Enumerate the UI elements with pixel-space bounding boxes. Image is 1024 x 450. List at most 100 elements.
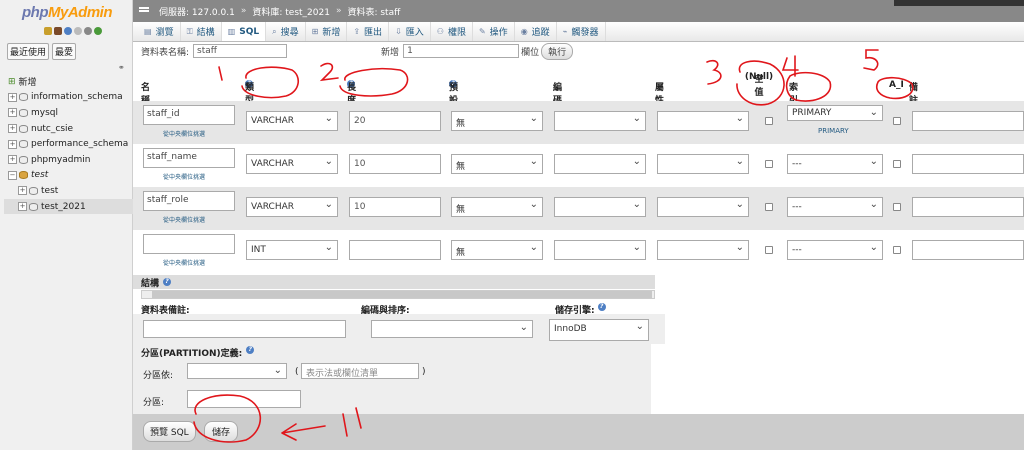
null-checkbox[interactable] — [765, 160, 773, 168]
ai-checkbox[interactable] — [893, 203, 901, 211]
comment-input[interactable] — [912, 154, 1024, 174]
tab-triggers[interactable]: ⌁ 觸發器 — [557, 22, 606, 41]
pick-central-column-link[interactable]: 從中央欄位挑選 — [163, 258, 205, 267]
expand-icon[interactable]: + — [18, 202, 27, 212]
preview-sql-button[interactable]: 預覽 SQL — [143, 421, 196, 442]
tab-import[interactable]: ⇩ 匯入 — [389, 22, 431, 41]
scrollbar-thumb[interactable] — [152, 291, 652, 298]
help-icon[interactable]: ? — [163, 278, 172, 286]
tab-export[interactable]: ⇪ 匯出 — [347, 22, 390, 41]
index-select[interactable]: --- — [787, 154, 883, 174]
breadcrumb-server[interactable]: 伺服器: 127.0.0.1 — [159, 5, 235, 18]
tree-item-test-table[interactable]: + test — [4, 183, 133, 199]
null-checkbox[interactable] — [765, 246, 773, 254]
ai-checkbox[interactable] — [893, 117, 901, 125]
attributes-select[interactable] — [657, 240, 749, 260]
pick-central-column-link[interactable]: 從中央欄位挑選 — [163, 172, 205, 181]
null-checkbox[interactable] — [765, 203, 773, 211]
collapse-icon[interactable]: − — [8, 170, 17, 180]
collation-select[interactable] — [554, 197, 646, 217]
expand-icon[interactable]: + — [8, 155, 17, 165]
length-input[interactable]: 10 — [349, 197, 441, 217]
field-name-input[interactable]: staff_name — [143, 148, 235, 168]
menu-toggle-icon[interactable] — [139, 10, 149, 12]
length-input[interactable] — [349, 240, 441, 260]
tree-item-performance-schema[interactable]: + performance_schema — [4, 136, 133, 152]
link-icon[interactable]: ⚭ — [118, 63, 125, 72]
recent-button[interactable]: 最近使用 — [7, 43, 50, 60]
attributes-select[interactable] — [657, 111, 749, 131]
settings-icon[interactable] — [84, 27, 92, 35]
default-select[interactable]: 無 — [451, 197, 543, 217]
length-input[interactable]: 10 — [349, 154, 441, 174]
tree-item-test-2021[interactable]: + test_2021 — [4, 198, 133, 215]
tab-tracking[interactable]: ◉ 追蹤 — [515, 22, 557, 41]
type-select[interactable]: VARCHAR — [246, 111, 338, 131]
tree-item-mysql[interactable]: + mysql — [4, 105, 133, 121]
default-select[interactable]: 無 — [451, 111, 543, 131]
tree-item-information-schema[interactable]: + information_schema — [4, 90, 133, 106]
ai-checkbox[interactable] — [893, 160, 901, 168]
breadcrumb-table[interactable]: 資料表: staff — [347, 5, 400, 18]
pick-central-column-link[interactable]: 從中央欄位挑選 — [163, 129, 205, 138]
comment-input[interactable] — [912, 111, 1024, 131]
table-collation-select[interactable] — [371, 320, 533, 338]
attributes-select[interactable] — [657, 197, 749, 217]
ai-checkbox[interactable] — [893, 246, 901, 254]
attributes-select[interactable] — [657, 154, 749, 174]
partition-by-select[interactable] — [187, 363, 287, 379]
help-icon[interactable]: ? — [246, 346, 255, 354]
exit-icon[interactable] — [54, 27, 62, 35]
length-input[interactable]: 20 — [349, 111, 441, 131]
table-comment-input[interactable] — [143, 320, 346, 338]
tab-search[interactable]: ⌕ 搜尋 — [266, 22, 306, 41]
index-select[interactable]: --- — [787, 240, 883, 260]
index-note[interactable]: PRIMARY — [818, 127, 849, 135]
index-select[interactable]: --- — [787, 197, 883, 217]
save-button[interactable]: 儲存 — [204, 421, 239, 442]
type-select[interactable]: VARCHAR — [246, 197, 338, 217]
tab-operations[interactable]: ✎ 操作 — [473, 22, 515, 41]
collation-select[interactable] — [554, 154, 646, 174]
table-name-input[interactable]: staff — [193, 44, 288, 58]
partition-expression-input[interactable]: 表示法或欄位清單 — [301, 363, 419, 379]
tab-structure[interactable]: ⚿ 結構 — [181, 22, 222, 41]
collation-select[interactable] — [554, 111, 646, 131]
collation-select[interactable] — [554, 240, 646, 260]
breadcrumb-database[interactable]: 資料庫: test_2021 — [252, 5, 330, 18]
pick-central-column-link[interactable]: 從中央欄位挑選 — [163, 215, 205, 224]
index-select[interactable]: PRIMARY — [787, 105, 883, 121]
comment-input[interactable] — [912, 240, 1024, 260]
type-select[interactable]: VARCHAR — [246, 154, 338, 174]
field-name-input[interactable]: staff_id — [143, 105, 235, 125]
tree-item-nutc-csie[interactable]: + nutc_csie — [4, 121, 133, 137]
engine-select[interactable]: InnoDB — [549, 319, 649, 341]
tree-item-test-db[interactable]: − test — [4, 168, 133, 184]
default-select[interactable]: 無 — [451, 154, 543, 174]
null-checkbox[interactable] — [765, 117, 773, 125]
help-icon[interactable] — [64, 27, 72, 35]
expand-icon[interactable]: + — [8, 92, 17, 102]
tree-item-phpmyadmin[interactable]: + phpmyadmin — [4, 152, 133, 168]
tab-insert[interactable]: ⊞ 新增 — [306, 22, 348, 41]
favorites-button[interactable]: 最愛 — [52, 43, 77, 60]
default-select[interactable]: 無 — [451, 240, 543, 260]
expand-icon[interactable]: + — [8, 108, 17, 118]
field-name-input[interactable]: staff_role — [143, 191, 235, 211]
comment-input[interactable] — [912, 197, 1024, 217]
add-columns-input[interactable]: 1 — [403, 44, 520, 58]
partitions-input[interactable] — [187, 390, 301, 408]
docs-icon[interactable] — [74, 27, 82, 35]
tab-privileges[interactable]: ⚇ 權限 — [431, 22, 473, 41]
horizontal-scrollbar[interactable] — [141, 290, 655, 299]
tree-item-new[interactable]: ⊞ 新增 — [4, 74, 133, 90]
expand-icon[interactable]: + — [8, 124, 17, 134]
phpmyadmin-logo[interactable]: phpMyAdmin — [22, 4, 113, 21]
type-select[interactable]: INT — [246, 240, 338, 260]
home-icon[interactable] — [44, 27, 52, 35]
tab-browse[interactable]: ▤ 瀏覽 — [138, 22, 181, 41]
reload-icon[interactable] — [94, 27, 102, 35]
field-name-input[interactable] — [143, 234, 235, 254]
expand-icon[interactable]: + — [18, 186, 27, 196]
go-button[interactable]: 執行 — [541, 42, 574, 60]
